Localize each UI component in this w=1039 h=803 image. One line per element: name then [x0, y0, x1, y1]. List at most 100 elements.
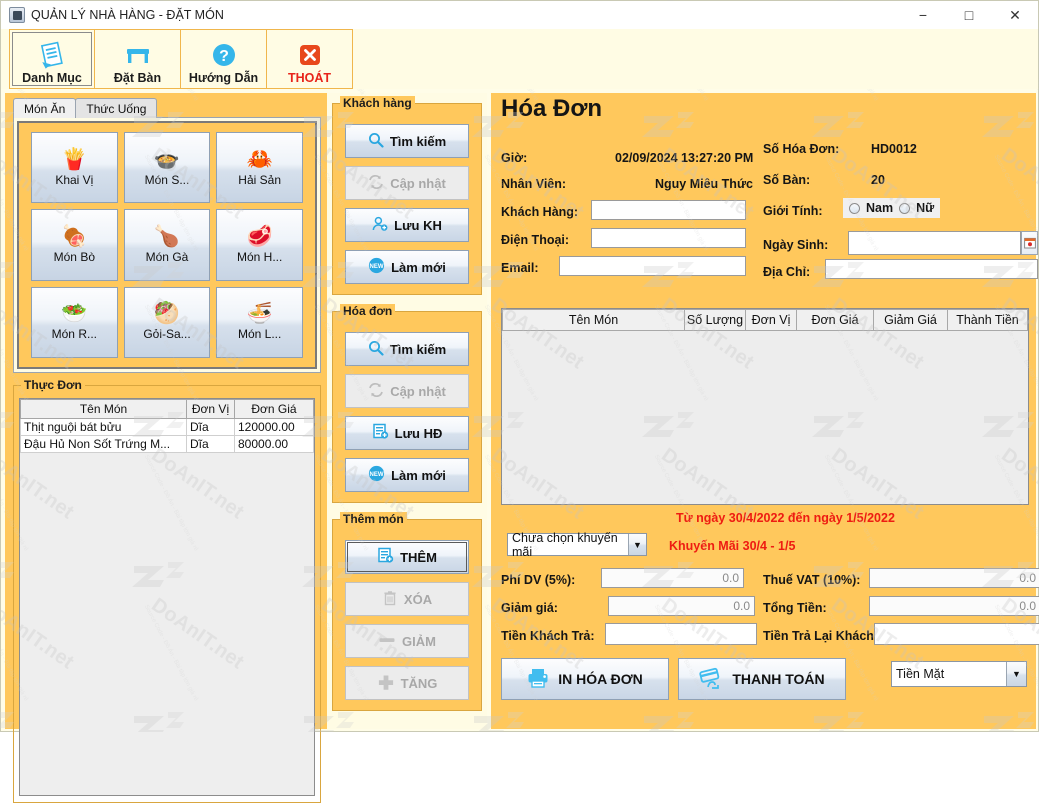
chevron-down-icon: ▼	[627, 534, 646, 555]
window-controls: − □ ✕	[900, 1, 1038, 29]
promo-name: Khuyến Mãi 30/4 - 1/5	[669, 539, 796, 553]
paid-input[interactable]	[605, 623, 757, 645]
menu-table-scroll[interactable]: Tên Món Đơn Vị Đơn Giá Thịt nguội bát bử…	[19, 398, 315, 796]
page-title: Hóa Đơn	[501, 95, 603, 122]
calendar-icon[interactable]	[1021, 231, 1038, 255]
title-bar: QUẢN LÝ NHÀ HÀNG - ĐẶT MÓN − □ ✕	[1, 1, 1038, 29]
col-ten-mon[interactable]: Tên Món	[20, 399, 187, 419]
additem-actions-panel: Thêm món THÊM XÓA GIẢM TĂNG	[332, 512, 482, 711]
cell-don-gia: 120000.00	[234, 418, 314, 436]
col-thanh-tien[interactable]: Thành Tiền	[947, 309, 1028, 331]
promotion-selected-value: Chưa chọn khuyến mãi	[512, 530, 618, 559]
email-input[interactable]	[559, 256, 746, 276]
col-don-vi[interactable]: Đơn Vị	[186, 399, 235, 419]
category-tabs-panel: Món Ăn Thức Uống 🍟 Khai Vị 🍲 Món S... 🦀 …	[13, 97, 321, 375]
button-label: GIẢM	[402, 633, 436, 649]
menu-panel-legend: Thực Đơn	[21, 378, 85, 392]
print-invoice-button[interactable]: IN HÓA ĐƠN	[501, 658, 669, 700]
tab-thuc-uong[interactable]: Thức Uống	[75, 98, 158, 118]
col-don-gia[interactable]: Đơn Giá	[234, 399, 314, 419]
table-row[interactable]: Đậu Hủ Non Sốt Trứng M... Dĩa 80000.00	[20, 435, 314, 453]
label-phone: Điện Thoại:	[501, 233, 570, 247]
invoice-save-button[interactable]: Lưu HĐ	[345, 416, 469, 450]
tab-mon-an[interactable]: Món Ăn	[13, 98, 77, 118]
category-button-goi-salad[interactable]: 🥙 Gỏi-Sa...	[123, 286, 211, 358]
promotion-select[interactable]: Chưa chọn khuyến mãi ▼	[507, 530, 647, 559]
invoice-items-table-scroll[interactable]: Tên Món Số Lượng Đơn Vị Đơn Giá Giảm Giá…	[501, 308, 1029, 505]
col-ten-mon[interactable]: Tên Món	[502, 309, 685, 331]
minimize-button[interactable]: −	[900, 1, 946, 29]
col-don-vi[interactable]: Đơn Vị	[745, 309, 797, 331]
col-giam-gia[interactable]: Giảm Giá	[873, 309, 948, 331]
category-button-mon-rau[interactable]: 🥗 Món R...	[31, 286, 118, 358]
close-button[interactable]: ✕	[992, 1, 1038, 29]
label-change: Tiền Trả Lại Khách:	[763, 629, 879, 643]
payment-button[interactable]: THANH TOÁN	[678, 658, 846, 700]
category-button-mon-ga[interactable]: 🍗 Món Gà	[123, 209, 211, 281]
category-label: Món L...	[237, 327, 282, 342]
category-label: Khai Vị	[55, 172, 94, 187]
invoice-search-button[interactable]: Tìm kiếm	[345, 332, 469, 366]
change-input[interactable]	[874, 623, 1039, 645]
col-don-gia[interactable]: Đơn Giá	[796, 309, 874, 331]
button-label: Tìm kiếm	[389, 133, 447, 149]
cell-ten-mon: Thịt nguội bát bửu	[20, 418, 187, 436]
birthday-input[interactable]	[848, 231, 1021, 255]
toolbar-button-dat-ban[interactable]: Đặt Bàn	[95, 29, 181, 89]
category-button-khai-vi[interactable]: 🍟 Khai Vị	[31, 132, 118, 204]
toolbar-button-thoat[interactable]: THOÁT	[267, 29, 353, 89]
additem-panel-legend: Thêm món	[340, 512, 407, 526]
label-invoice-no: Số Hóa Đơn:	[763, 142, 840, 156]
category-button-mon-heo[interactable]: 🥩 Món H...	[216, 209, 303, 281]
category-button-mon-bo[interactable]: 🍖 Món Bò	[31, 209, 118, 281]
category-button-mon-sup[interactable]: 🍲 Món S...	[123, 132, 211, 204]
label-gender: Giới Tính:	[763, 204, 823, 218]
table-row[interactable]: Thịt nguội bát bửu Dĩa 120000.00	[20, 418, 314, 436]
category-label: Hải Sản	[238, 172, 281, 187]
customer-new-button[interactable]: NEW Làm mới	[345, 250, 469, 284]
invoice-new-button[interactable]: NEW Làm mới	[345, 458, 469, 492]
button-label: Lưu KH	[394, 217, 442, 233]
toolbar-label: Đặt Bàn	[113, 71, 162, 85]
maximize-button[interactable]: □	[946, 1, 992, 29]
main-content: Món Ăn Thức Uống 🍟 Khai Vị 🍲 Món S... 🦀 …	[5, 93, 1039, 803]
invoice-panel-legend: Hóa đơn	[340, 304, 396, 318]
category-button-mon-lau[interactable]: 🍜 Món L...	[216, 286, 303, 358]
value-table-no: 20	[871, 173, 885, 187]
total-input[interactable]: 0.0	[869, 596, 1039, 616]
discount-input[interactable]: 0.0	[608, 596, 755, 616]
customer-search-button[interactable]: Tìm kiếm	[345, 124, 469, 158]
button-label: TĂNG	[400, 675, 438, 691]
soup-icon: 🍲	[153, 147, 181, 171]
invoice-update-button: Cập nhật	[345, 374, 469, 408]
address-input[interactable]	[825, 259, 1038, 279]
menu-table: Tên Món Đơn Vị Đơn Giá Thịt nguội bát bử…	[20, 399, 314, 453]
vat-input[interactable]: 0.0	[869, 568, 1039, 588]
category-label: Gỏi-Sa...	[143, 327, 191, 342]
delete-item-button: XÓA	[345, 582, 469, 616]
button-label: THANH TOÁN	[732, 671, 825, 687]
radio-nam[interactable]	[849, 202, 860, 214]
toolbar-label: Danh Mục	[22, 71, 82, 85]
toolbar-button-huong-dan[interactable]: ? Hướng Dẫn	[181, 29, 267, 89]
category-button-hai-san[interactable]: 🦀 Hải Sản	[216, 132, 303, 204]
steak-icon: 🥩	[246, 224, 273, 248]
col-so-luong[interactable]: Số Lượng	[684, 309, 746, 331]
service-fee-input[interactable]: 0.0	[601, 568, 744, 588]
phone-input[interactable]	[591, 228, 746, 248]
category-label: Món Bò	[53, 249, 95, 264]
radio-nu[interactable]	[899, 202, 911, 214]
category-label: Món S...	[144, 172, 190, 187]
customer-name-input[interactable]	[591, 200, 746, 220]
label-service-fee: Phí DV (5%):	[501, 573, 576, 587]
radio-nam-label: Nam	[866, 201, 894, 215]
customer-save-button[interactable]: Lưu KH	[345, 208, 469, 242]
toolbar-button-danh-muc[interactable]: Danh Mục	[9, 29, 95, 89]
salad-bowl-icon: 🥙	[153, 302, 181, 326]
label-customer: Khách Hàng:	[501, 205, 579, 219]
customer-update-button: Cập nhật	[345, 166, 469, 200]
add-item-button[interactable]: THÊM	[345, 540, 469, 574]
button-label: Tìm kiếm	[389, 341, 447, 357]
payment-method-select[interactable]: Tiền Mặt ▼	[891, 661, 1027, 687]
table-icon	[123, 39, 153, 71]
